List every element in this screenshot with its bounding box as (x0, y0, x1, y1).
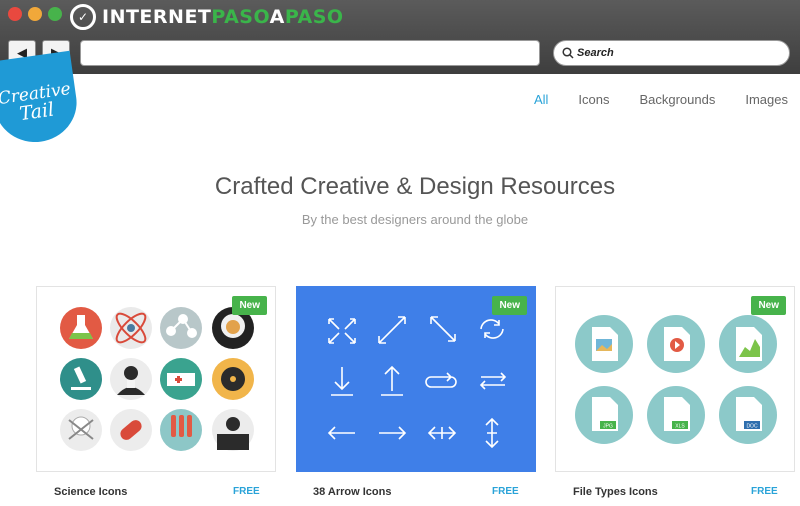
price-label: FREE (233, 486, 260, 497)
scientist-icon (110, 358, 152, 400)
repeat-icon (425, 372, 457, 388)
logo-mark-icon: ✓ (70, 4, 96, 30)
xls-file-icon: XLS (647, 386, 705, 444)
svg-text:JPG: JPG (603, 424, 613, 430)
horizontal-resize-icon (427, 426, 457, 440)
new-badge: New (492, 296, 527, 315)
search-icon (562, 47, 574, 59)
address-bar[interactable] (80, 40, 540, 66)
swap-arrows-icon (479, 372, 507, 390)
toolbar: ◀ ▶ Search (0, 36, 800, 72)
download-icon (331, 367, 353, 396)
card-arrow-icons[interactable]: New (296, 286, 536, 472)
hero-subtitle: By the best designers around the globe (301, 212, 529, 227)
microscope-icon (60, 358, 102, 400)
skull-icon (60, 409, 102, 451)
browser-chrome: ✓ INTERNETPASOAPASO ◀ ▶ Search (0, 0, 800, 74)
logo-text: INTERNETPASOAPASO (102, 6, 344, 28)
video-file-icon (647, 315, 705, 373)
svg-text:DOC: DOC (746, 424, 758, 430)
title-bar: ✓ INTERNETPASOAPASO (0, 0, 800, 34)
hero-title: Crafted Creative & Design Resources (214, 173, 616, 200)
jpg-file-icon: JPG (575, 386, 633, 444)
new-badge: New (751, 296, 786, 315)
expand-arrows-icon (328, 318, 356, 344)
maximize-window-button[interactable] (48, 7, 62, 21)
nav-icons[interactable]: Icons (578, 92, 609, 107)
doc-file-icon: DOC (719, 386, 777, 444)
atom-icon (110, 307, 152, 349)
flask-icon (60, 307, 102, 349)
refresh-icon (480, 319, 504, 339)
price-label: FREE (492, 486, 519, 497)
nav-backgrounds[interactable]: Backgrounds (639, 92, 715, 107)
pill-icon (110, 409, 152, 451)
main-nav: All Icons Backgrounds Images (534, 92, 800, 107)
search-placeholder: Search (577, 47, 614, 59)
image-file-icon (575, 315, 633, 373)
ambulance-icon (160, 358, 202, 400)
vertical-resize-icon (485, 417, 499, 449)
diagonal-shrink-icon (430, 316, 456, 342)
close-window-button[interactable] (8, 7, 22, 21)
lab-worker-icon (212, 409, 254, 451)
radiation-icon (212, 358, 254, 400)
card-science-icons[interactable]: New (36, 286, 276, 472)
minimize-window-button[interactable] (28, 7, 42, 21)
upload-icon (381, 365, 403, 396)
svg-text:XLS: XLS (675, 424, 685, 430)
card-file-types-icons[interactable]: New JPG XLS DOC (555, 286, 795, 472)
new-badge: New (232, 296, 267, 315)
test-tubes-icon (160, 409, 202, 451)
arrow-left-icon (327, 426, 355, 440)
diagonal-expand-icon (378, 316, 406, 344)
molecule-icon (160, 307, 202, 349)
arrow-right-icon (379, 426, 407, 440)
nav-all[interactable]: All (534, 92, 548, 107)
price-label: FREE (751, 486, 778, 497)
search-input[interactable]: Search (553, 40, 790, 66)
site-logo[interactable]: Creative Tail (0, 50, 82, 148)
chart-file-icon (719, 315, 777, 373)
watermark-logo: ✓ INTERNETPASOAPASO (70, 3, 344, 31)
nav-images[interactable]: Images (745, 92, 788, 107)
